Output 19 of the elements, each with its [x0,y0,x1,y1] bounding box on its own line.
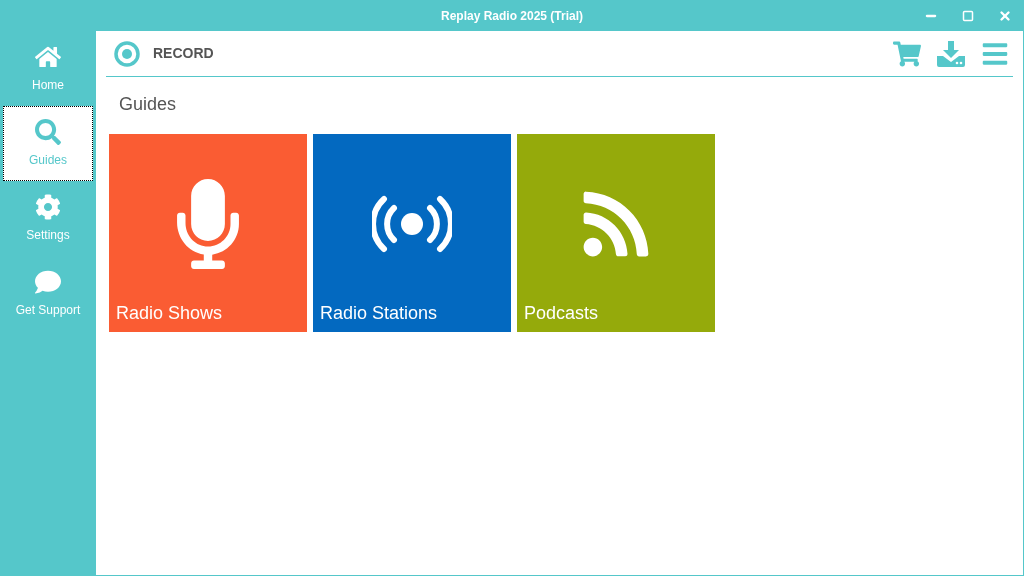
cart-icon[interactable] [893,39,921,68]
sidebar-item[interactable]: Settings [0,181,96,256]
guide-tile[interactable]: Radio Shows [109,134,307,332]
broadcast-icon [372,194,452,254]
section-title: Guides [119,93,177,116]
search-icon [35,118,61,145]
close-icon [998,8,1012,23]
record-icon [114,40,140,67]
sidebar-item[interactable]: Home [0,31,96,106]
guide-tile[interactable]: Podcasts [517,134,715,332]
maximize-icon [962,9,974,22]
sidebar-item[interactable]: Guides [3,106,93,181]
speech-bubble-icon [35,268,61,295]
settings-icon [35,193,61,220]
guide-tile[interactable]: Radio Stations [313,134,511,332]
window-title: Replay Radio 2025 (Trial) [440,7,584,25]
sidebar-item[interactable]: Get Support [0,256,96,331]
download-icon[interactable] [937,40,965,67]
record-label: RECORD [153,44,214,63]
